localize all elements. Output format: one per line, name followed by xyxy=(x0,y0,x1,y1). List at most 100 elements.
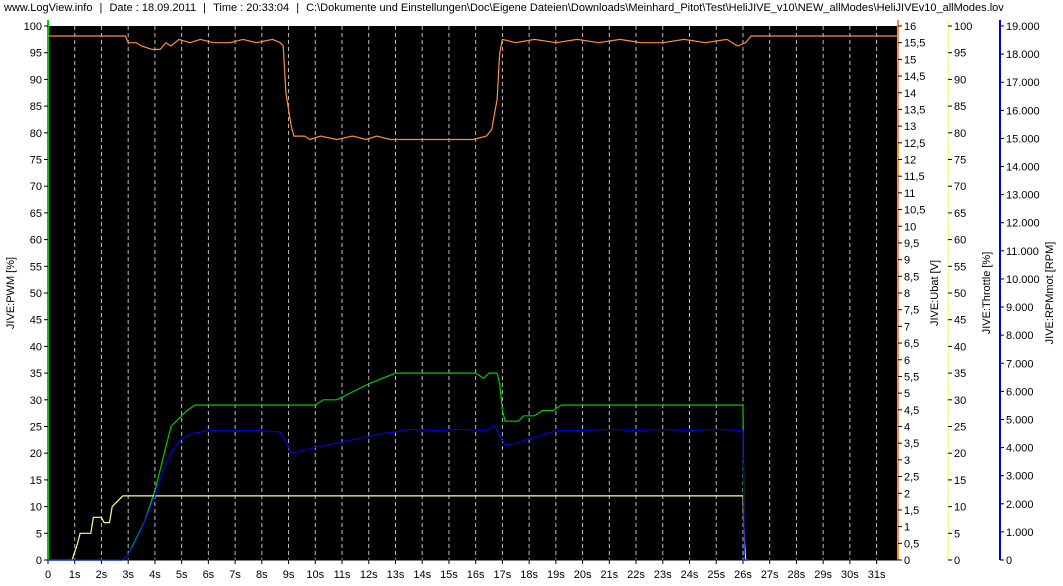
rpm-tick-label: 15.000 xyxy=(1006,133,1040,145)
pwm-tick-label: 95 xyxy=(30,48,42,60)
pwm-tick-label: 85 xyxy=(30,101,42,113)
ubat-tick-label: 4,5 xyxy=(904,405,919,417)
ubat-tick-label: 10 xyxy=(904,221,916,233)
ubat-tick-label: 0 xyxy=(904,555,910,567)
pwm-tick-label: 90 xyxy=(30,74,42,86)
x-tick-label: 23s xyxy=(654,569,672,581)
rpm-tick-label: 3.000 xyxy=(1006,471,1034,483)
pwm-tick-label: 70 xyxy=(30,181,42,193)
pwm-tick-label: 0 xyxy=(36,555,42,567)
rpm-tick-label: 4.000 xyxy=(1006,443,1034,455)
header-bar: www.LogView.info | Date : 18.09.2011 | T… xyxy=(0,0,1063,16)
x-tick-label: 25s xyxy=(707,569,725,581)
x-tick-label: 26s xyxy=(734,569,752,581)
pwm-tick-label: 15 xyxy=(30,475,42,487)
pwm-axis-label: JIVE:PWM [%] xyxy=(5,257,17,329)
x-tick-label: 4s xyxy=(149,569,161,581)
ubat-tick-label: 9 xyxy=(904,255,910,267)
throttle-tick-label: 45 xyxy=(954,315,966,327)
ubat-tick-label: 3,5 xyxy=(904,438,919,450)
x-tick-label: 17s xyxy=(494,569,512,581)
ubat-tick-label: 8 xyxy=(904,288,910,300)
x-tick-label: 21s xyxy=(600,569,618,581)
pwm-tick-label: 100 xyxy=(24,21,42,33)
x-tick-label: 22s xyxy=(627,569,645,581)
x-tick-label: 11s xyxy=(334,569,351,581)
pwm-tick-label: 60 xyxy=(30,235,42,247)
ubat-tick-label: 13,5 xyxy=(904,104,925,116)
pwm-tick-label: 5 xyxy=(36,528,42,540)
x-tick-label: 9s xyxy=(283,569,295,581)
pwm-tick-label: 35 xyxy=(30,368,42,380)
ubat-tick-label: 1 xyxy=(904,522,910,534)
rpm-tick-label: 13.000 xyxy=(1006,190,1040,202)
throttle-tick-label: 15 xyxy=(954,475,966,487)
throttle-tick-label: 95 xyxy=(954,48,966,60)
throttle-tick-label: 100 xyxy=(954,21,972,33)
ubat-tick-label: 4 xyxy=(904,422,910,434)
x-tick-label: 30s xyxy=(841,569,859,581)
throttle-tick-label: 30 xyxy=(954,395,966,407)
rpm-tick-label: 2.000 xyxy=(1006,499,1034,511)
ubat-tick-label: 5,5 xyxy=(904,371,919,383)
chart-svg: 0 1s 2s 3s 4s 5s 6s 7s 8s 9s 10s 11s 12s 13s 14s 15s 16s… xyxy=(5,20,1056,581)
throttle-tick-label: 25 xyxy=(954,422,966,434)
throttle-tick-label: 70 xyxy=(954,181,966,193)
ubat-tick-label: 16 xyxy=(904,21,916,33)
throttle-tick-label: 75 xyxy=(954,155,966,167)
x-tick-label: 15s xyxy=(440,569,458,581)
ubat-tick-label: 9,5 xyxy=(904,238,919,250)
time-label: Time : 20:33:04 xyxy=(213,2,290,14)
rpm-tick-label: 19.000 xyxy=(1006,21,1040,33)
x-tick-label: 0 xyxy=(45,569,51,581)
rpm-tick-label: 1.000 xyxy=(1006,527,1034,539)
ubat-tick-label: 11,5 xyxy=(904,171,925,183)
ubat-tick-label: 8,5 xyxy=(904,271,919,283)
pwm-tick-label: 10 xyxy=(30,502,42,514)
ubat-tick-label: 15,5 xyxy=(904,38,925,50)
pwm-tick-label: 65 xyxy=(30,208,42,220)
ubat-tick-label: 7 xyxy=(904,321,910,333)
x-tick-label: 27s xyxy=(761,569,779,581)
pwm-tick-label: 25 xyxy=(30,422,42,434)
x-tick-label: 14s xyxy=(413,569,431,581)
ubat-tick-label: 6 xyxy=(904,355,910,367)
rpm-tick-label: 12.000 xyxy=(1006,218,1040,230)
throttle-tick-label: 55 xyxy=(954,261,966,273)
pwm-tick-label: 55 xyxy=(30,261,42,273)
header-separator-1: | xyxy=(99,2,103,14)
ubat-tick-label: 10,5 xyxy=(904,205,925,217)
throttle-tick-label: 50 xyxy=(954,288,966,300)
rpm-tick-label: 0 xyxy=(1006,555,1012,567)
x-tick-label: 18s xyxy=(520,569,538,581)
x-tick-label: 5s xyxy=(176,569,188,581)
ubat-tick-label: 7,5 xyxy=(904,305,919,317)
file-path-label: C:\Dokumente und Einstellungen\Doc\Eigen… xyxy=(306,2,1004,14)
ubat-tick-label: 14 xyxy=(904,88,916,100)
x-tick-label: 19s xyxy=(547,569,565,581)
pwm-tick-label: 40 xyxy=(30,341,42,353)
throttle-tick-label: 35 xyxy=(954,368,966,380)
x-tick-label: 29s xyxy=(814,569,832,581)
pwm-tick-label: 75 xyxy=(30,155,42,167)
pwm-tick-label: 20 xyxy=(30,448,42,460)
pwm-tick-label: 30 xyxy=(30,395,42,407)
rpm-tick-label: 14.000 xyxy=(1006,162,1040,174)
ubat-tick-label: 2 xyxy=(904,488,910,500)
ubat-tick-label: 0,5 xyxy=(904,538,919,550)
rpm-tick-label: 10.000 xyxy=(1006,274,1040,286)
throttle-tick-label: 20 xyxy=(954,448,966,460)
throttle-tick-label: 60 xyxy=(954,235,966,247)
pwm-tick-label: 45 xyxy=(30,315,42,327)
throttle-tick-label: 85 xyxy=(954,101,966,113)
rpm-tick-label: 16.000 xyxy=(1006,105,1040,117)
x-tick-label: 24s xyxy=(681,569,699,581)
x-tick-label: 8s xyxy=(256,569,268,581)
rpm-tick-label: 8.000 xyxy=(1006,330,1034,342)
site-label[interactable]: www.LogView.info xyxy=(0,2,92,14)
throttle-tick-label: 5 xyxy=(954,528,960,540)
x-tick-label: 7s xyxy=(229,569,241,581)
rpm-tick-label: 17.000 xyxy=(1006,77,1040,89)
x-tick-label: 3s xyxy=(122,569,134,581)
ubat-tick-label: 6,5 xyxy=(904,338,919,350)
